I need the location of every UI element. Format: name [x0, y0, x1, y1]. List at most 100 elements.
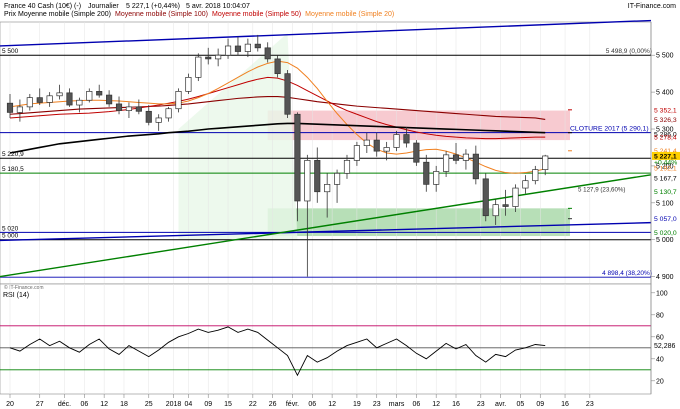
legend-entry: Prix Moyenne mobile (Simple 200) [4, 11, 111, 18]
candle-body [472, 153, 479, 180]
price-tick-label: 4 900 [656, 274, 674, 281]
level-label: 5 180,5 [2, 166, 24, 173]
level-right-text: 5 498,9 (0,00%) [606, 48, 652, 55]
candle-body [403, 134, 410, 144]
date-label: 09 [204, 401, 212, 408]
date-label: 19 [353, 401, 361, 408]
candle-body [482, 178, 489, 217]
date-label: déc. [58, 401, 71, 408]
date-label: 06 [80, 401, 88, 408]
candle-body [274, 58, 281, 75]
header-title: France 40 Cash (10€) (-) [4, 3, 81, 10]
legend-entry: Moyenne mobile (Simple 100) [115, 11, 208, 18]
candle-body [234, 45, 242, 52]
candle-body [145, 110, 152, 123]
date-label: mars [389, 401, 405, 408]
candle-body [334, 172, 341, 185]
candle [175, 88, 182, 113]
candle [195, 53, 202, 82]
level-label: 5 500 [2, 48, 19, 55]
candle-body [185, 77, 192, 92]
candle-body [36, 97, 43, 103]
candle [482, 173, 489, 222]
candle-body [86, 91, 93, 101]
date-label: 04 [185, 401, 193, 408]
candle-body [443, 154, 450, 172]
candle-body [244, 43, 251, 52]
date-label: 16 [561, 401, 569, 408]
candle-body [195, 56, 202, 78]
rsi-tick-label: 100 [656, 290, 668, 297]
candle-body [492, 204, 499, 217]
date-label: 23 [477, 401, 485, 408]
candle-body [502, 204, 509, 207]
date-label: 06 [308, 401, 316, 408]
candle-body [26, 97, 33, 108]
candle-body [56, 92, 63, 97]
candle-body [254, 43, 261, 49]
rsi-axis: 100 80 60 40 20 52,286 [650, 284, 676, 394]
legend-entry: Moyenne mobile (Simple 20) [305, 11, 394, 18]
candle-body [175, 91, 182, 110]
fib-label: 5 127,9 (23,60%) [578, 187, 625, 194]
right-label: 5 130,7 [654, 189, 677, 196]
date-label: 2018 [166, 401, 182, 408]
candle-body [215, 54, 222, 60]
header-last: 5 227,1 (+0,44%) [126, 3, 180, 10]
candle-body [452, 154, 460, 161]
date-label: 12 [100, 401, 108, 408]
rsi-pane-frame [0, 283, 652, 395]
candle-body [284, 73, 291, 115]
candle-body [433, 171, 440, 185]
candle-body [205, 56, 212, 60]
candle-body [462, 153, 470, 161]
legend-entry: Moyenne mobile (Simple 50) [212, 11, 301, 18]
candle-body [294, 113, 301, 202]
date-label: 27 [36, 401, 44, 408]
price-pane: 5 500 5 498,9 (0,00%)5 220,95 180,55 0205… [0, 19, 680, 285]
cloture-label: CLOTURE 2017 (5 290,1) [570, 126, 649, 133]
price-pane-frame [0, 21, 652, 285]
candle-body [373, 139, 380, 152]
level-label: 5 020 [2, 225, 19, 232]
chart-root: France 40 Cash (10€) (-) Journalier 5 22… [0, 3, 680, 408]
candle-body [383, 147, 390, 152]
date-label: 05 [517, 401, 525, 408]
right-label: 5 020,0 [654, 230, 677, 237]
date-label: 15 [224, 401, 232, 408]
date-label: 23 [586, 401, 594, 408]
candle [413, 140, 420, 166]
candle-body [106, 94, 113, 105]
candle-body [393, 134, 400, 148]
right-label: 5 057,0 [654, 216, 677, 223]
legend: Prix Moyenne mobile (Simple 200) Moyenne … [4, 11, 394, 18]
date-label: 26 [269, 401, 277, 408]
candle-body [314, 160, 321, 193]
price-tick-label: 5 100 [656, 200, 674, 207]
candle-body [522, 180, 529, 189]
right-label: 5 278,4 [654, 134, 677, 141]
candle-body [512, 187, 519, 207]
header-datetime: 5 avr. 2018 10:04:07 [186, 3, 250, 10]
rsi-tick-label: 60 [656, 334, 664, 341]
level-label: 5 000 [2, 233, 19, 240]
candle-body [343, 160, 351, 174]
candle-body [423, 161, 430, 185]
candle-body [542, 155, 549, 170]
candle-body [6, 102, 14, 113]
date-label: 12 [432, 401, 440, 408]
date-label: 20 [6, 401, 14, 408]
price-tick-label: 5 000 [656, 237, 674, 244]
right-label: 5 192,1 [654, 165, 677, 172]
candle-body [115, 103, 123, 111]
zone-rect [267, 110, 570, 141]
right-label: 5 326,3 [654, 117, 677, 124]
candle-body [324, 184, 331, 193]
candle-body [125, 106, 133, 111]
candle-body [165, 108, 172, 119]
header-period: Journalier [88, 3, 119, 10]
date-label: 23 [373, 401, 381, 408]
date-label: 18 [120, 401, 128, 408]
date-label: 16 [452, 401, 460, 408]
right-label: 5 167,7 [654, 175, 677, 182]
